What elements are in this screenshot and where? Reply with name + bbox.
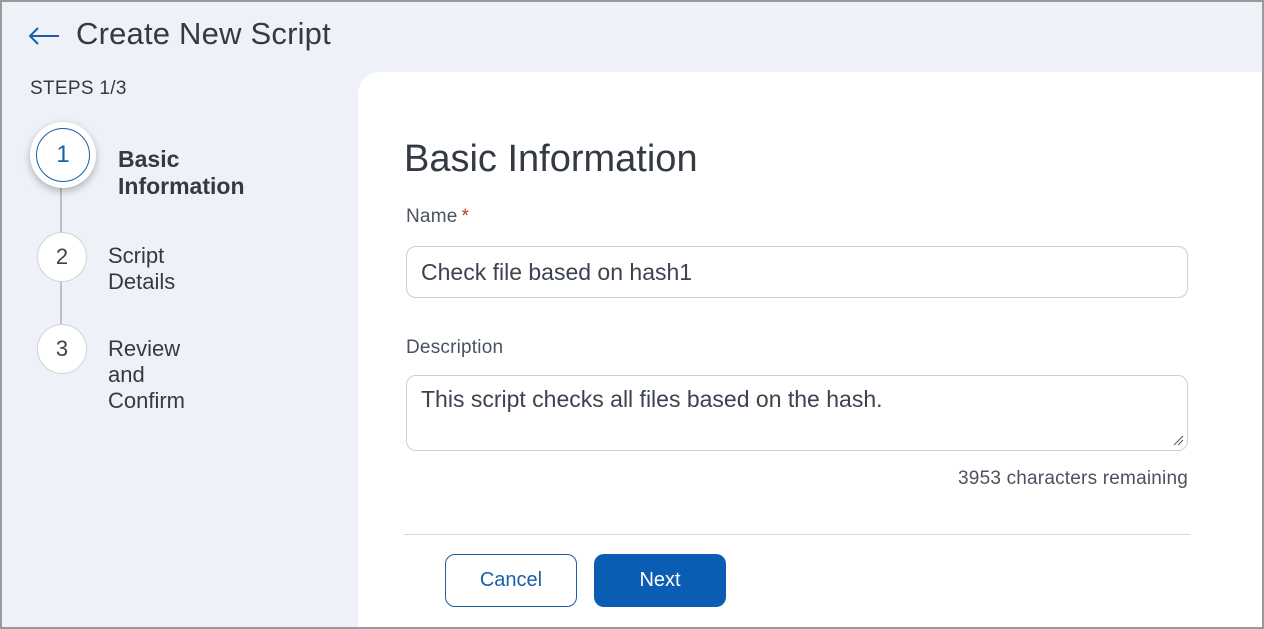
- required-marker: *: [461, 206, 470, 227]
- divider: [404, 534, 1190, 535]
- page-title: Create New Script: [76, 16, 331, 51]
- step-3-label[interactable]: Review and Confirm: [108, 336, 185, 414]
- page-header: Create New Script: [2, 2, 1262, 72]
- description-label: Description: [406, 337, 504, 358]
- step-number: 2: [55, 244, 69, 269]
- section-title: Basic Information: [404, 138, 698, 180]
- step-number: 1: [36, 128, 90, 182]
- characters-remaining: 3953 characters remaining: [958, 468, 1188, 489]
- step-connector: [60, 188, 62, 232]
- name-label: Name *: [406, 206, 469, 228]
- step-3-indicator[interactable]: 3: [37, 324, 87, 374]
- step-1-indicator[interactable]: 1: [30, 122, 96, 188]
- step-2-indicator[interactable]: 2: [37, 232, 87, 282]
- step-1-label[interactable]: Basic Information: [118, 146, 245, 200]
- cancel-button[interactable]: Cancel: [445, 554, 577, 607]
- arrow-left-icon: [28, 27, 59, 45]
- app-window: Create New Script STEPS 1/3 1 Basic Info…: [0, 0, 1264, 629]
- form-panel: Basic Information Name* Description This…: [358, 72, 1262, 627]
- resize-handle-icon[interactable]: [1172, 434, 1184, 446]
- step-number: 3: [55, 336, 69, 361]
- step-2-label[interactable]: Script Details: [108, 243, 175, 295]
- next-button[interactable]: Next: [594, 554, 726, 607]
- name-input[interactable]: [406, 246, 1188, 298]
- step-connector: [60, 282, 62, 324]
- name-label-text: Name: [406, 206, 458, 227]
- back-button[interactable]: [24, 20, 64, 52]
- description-input[interactable]: This script checks all files based on th…: [406, 375, 1188, 451]
- steps-progress-label: STEPS 1/3: [30, 78, 127, 99]
